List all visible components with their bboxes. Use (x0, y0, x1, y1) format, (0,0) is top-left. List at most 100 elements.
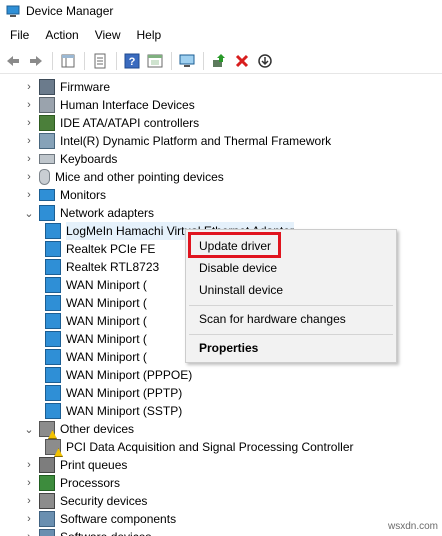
tree-item-label: WAN Miniport ( (66, 296, 147, 310)
tree-item-label: Realtek PCIe FE (66, 242, 156, 256)
tree-item-wan-miniport-pppoe[interactable]: WAN Miniport (PPPOE) (42, 366, 192, 384)
chevron-right-icon[interactable]: › (22, 510, 36, 528)
tree-item-realtek-rtl8723[interactable]: Realtek RTL8723 (42, 258, 159, 276)
tree-item-keyboards[interactable]: › Keyboards (22, 150, 117, 168)
tree-item-mice[interactable]: › Mice and other pointing devices (22, 168, 224, 186)
menu-action[interactable]: Action (39, 24, 84, 46)
network-adapter-icon (45, 295, 61, 311)
tree-item-human-interface-devices[interactable]: › Human Interface Devices (22, 96, 195, 114)
unknown-device-icon (45, 439, 63, 457)
highlight-box (188, 232, 281, 258)
network-adapter-icon (45, 367, 61, 383)
network-adapter-icon (45, 331, 61, 347)
tree-item-ide-controllers[interactable]: › IDE ATA/ATAPI controllers (22, 114, 199, 132)
tree-item-monitors[interactable]: › Monitors (22, 186, 106, 204)
tree-item-wan-miniport[interactable]: WAN Miniport ( (42, 312, 147, 330)
context-menu-properties[interactable]: Properties (199, 339, 258, 357)
update-driver-icon[interactable] (208, 50, 230, 72)
network-adapter-icon (45, 277, 61, 293)
scan-hardware-icon[interactable] (176, 50, 198, 72)
ide-controller-icon (39, 115, 55, 131)
menu-help[interactable]: Help (131, 24, 168, 46)
tree-item-network-adapters[interactable]: ⌄ Network adapters (22, 204, 154, 222)
context-menu-separator (189, 334, 393, 335)
chevron-right-icon[interactable]: › (22, 492, 36, 510)
context-menu-separator (189, 305, 393, 306)
title-bar: Device Manager (0, 0, 442, 22)
console-tree-icon[interactable] (144, 50, 166, 72)
tree-item-label: Keyboards (60, 152, 118, 166)
tree-item-label: WAN Miniport (PPTP) (66, 386, 183, 400)
window-title: Device Manager (26, 4, 114, 18)
tree-item-software-devices[interactable]: › Software devices (22, 528, 151, 536)
tree-item-label: WAN Miniport ( (66, 332, 147, 346)
tree-item-label: Processors (60, 476, 121, 490)
svg-text:?: ? (129, 56, 136, 68)
tree-item-wan-miniport[interactable]: WAN Miniport ( (42, 276, 147, 294)
toolbar-separator (116, 51, 117, 70)
tree-item-software-components[interactable]: › Software components (22, 510, 176, 528)
menu-bar: File Action View Help (0, 24, 442, 46)
tree-item-label: IDE ATA/ATAPI controllers (60, 116, 200, 130)
network-adapter-icon (45, 403, 61, 419)
tree-item-label: Mice and other pointing devices (55, 170, 224, 184)
properties-icon[interactable] (89, 50, 111, 72)
chevron-right-icon[interactable]: › (22, 456, 36, 474)
chevron-right-icon[interactable]: › (22, 528, 36, 536)
menu-file[interactable]: File (4, 24, 35, 46)
firmware-icon (39, 79, 55, 95)
menu-view[interactable]: View (89, 24, 127, 46)
back-arrow-icon[interactable] (2, 50, 24, 72)
toolbar-separator (84, 51, 85, 70)
chevron-right-icon[interactable]: › (22, 114, 36, 132)
chevron-right-icon[interactable]: › (22, 96, 36, 114)
tree-item-firmware[interactable]: › Firmware (22, 78, 110, 96)
tree-item-label: Software devices (60, 528, 151, 536)
tree-item-wan-miniport-pptp[interactable]: WAN Miniport (PPTP) (42, 384, 182, 402)
chevron-right-icon[interactable]: › (22, 132, 36, 150)
tree-item-realtek-pcie[interactable]: Realtek PCIe FE (42, 240, 155, 258)
chevron-right-icon[interactable]: › (22, 150, 36, 168)
tree-item-label: WAN Miniport (SSTP) (66, 404, 183, 418)
chevron-down-icon[interactable]: ⌄ (22, 204, 36, 222)
tree-item-wan-miniport[interactable]: WAN Miniport ( (42, 330, 147, 348)
toolbar-separator (203, 51, 204, 70)
tree-item-wan-miniport[interactable]: WAN Miniport ( (42, 348, 147, 366)
processor-icon (39, 475, 55, 491)
network-adapter-icon (45, 349, 61, 365)
tree-item-other-devices[interactable]: ⌄ Other devices (22, 420, 135, 439)
context-menu-uninstall-device[interactable]: Uninstall device (199, 281, 283, 299)
context-menu-scan-hardware[interactable]: Scan for hardware changes (199, 310, 346, 328)
chevron-right-icon[interactable]: › (22, 186, 36, 204)
tree-item-pci-data-acquisition[interactable]: PCI Data Acquisition and Signal Processi… (42, 438, 353, 457)
tree-item-label: WAN Miniport ( (66, 350, 147, 364)
tree-item-label: Security devices (60, 494, 148, 508)
other-devices-icon (39, 421, 57, 439)
tree-item-label: Intel(R) Dynamic Platform and Thermal Fr… (60, 134, 332, 148)
software-component-icon (39, 511, 55, 527)
toolbar: ? (0, 48, 442, 74)
tree-item-processors[interactable]: › Processors (22, 474, 120, 492)
tree-item-label: Realtek RTL8723 (66, 260, 160, 274)
chevron-right-icon[interactable]: › (22, 78, 36, 96)
disable-icon[interactable] (254, 50, 276, 72)
chevron-right-icon[interactable]: › (22, 168, 36, 186)
chevron-right-icon[interactable]: › (22, 474, 36, 492)
toolbar-separator (52, 51, 53, 70)
tree-item-security-devices[interactable]: › Security devices (22, 492, 147, 510)
tree-item-print-queues[interactable]: › Print queues (22, 456, 127, 474)
toolbar-separator (171, 51, 172, 70)
tree-item-label: Other devices (60, 422, 135, 436)
tree-item-intel-dptf[interactable]: › Intel(R) Dynamic Platform and Thermal … (22, 132, 331, 150)
help-icon[interactable]: ? (121, 50, 143, 72)
tree-item-wan-miniport[interactable]: WAN Miniport ( (42, 294, 147, 312)
forward-arrow-icon[interactable] (25, 50, 47, 72)
tree-item-label: WAN Miniport ( (66, 314, 147, 328)
chevron-down-icon[interactable]: ⌄ (22, 420, 36, 438)
tree-item-wan-miniport-sstp[interactable]: WAN Miniport (SSTP) (42, 402, 182, 420)
tree-item-label: WAN Miniport (PPPOE) (66, 368, 193, 382)
network-adapter-icon (45, 241, 61, 257)
show-hide-console-icon[interactable] (57, 50, 79, 72)
context-menu-disable-device[interactable]: Disable device (199, 259, 277, 277)
uninstall-icon[interactable] (231, 50, 253, 72)
